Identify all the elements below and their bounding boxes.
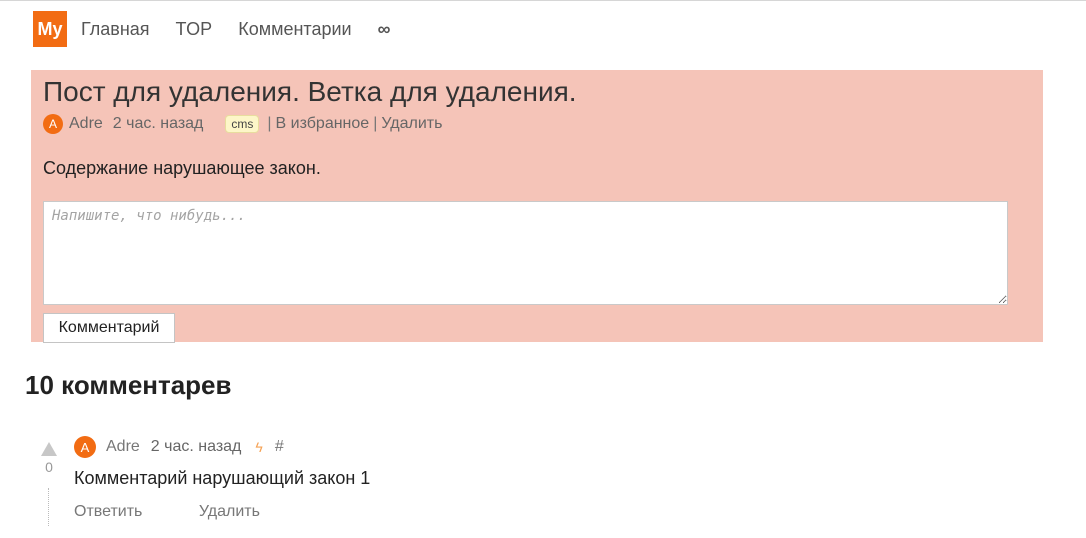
lightning-icon[interactable]: ϟ (255, 439, 262, 455)
site-logo[interactable]: My (33, 11, 67, 47)
post-meta: A Adre 2 час. назад cms | В избранное | … (43, 114, 442, 134)
post-card: Пост для удаления. Ветка для удаления. A… (31, 70, 1043, 343)
nav-link-infinity[interactable]: ∞ (378, 19, 391, 40)
comment-item: 0 A Adre 2 час. назад ϟ # Комментарий на… (40, 434, 640, 534)
post-tag[interactable]: cms (225, 115, 260, 133)
meta-separator: | (267, 115, 272, 132)
comment-meta: A Adre 2 час. назад ϟ # (74, 436, 284, 458)
upvote-arrow-icon[interactable] (41, 442, 57, 456)
nav-link-home[interactable]: Главная (81, 19, 150, 40)
comment-permalink[interactable]: # (275, 438, 284, 456)
comment-author-avatar[interactable]: A (74, 436, 96, 458)
vote-count: 0 (45, 459, 53, 475)
post-time: 2 час. назад (112, 115, 204, 132)
comment-text: Комментарий нарушающий закон 1 (74, 468, 371, 488)
comment-author[interactable]: Adre (106, 438, 140, 456)
comment-actions: Ответить Удалить (74, 503, 260, 521)
delete-post-link[interactable]: Удалить (381, 115, 442, 133)
thread-line (48, 488, 49, 526)
meta-separator: | (373, 115, 378, 132)
vote-widget: 0 (40, 442, 58, 475)
post-author[interactable]: Adre (69, 115, 103, 133)
top-nav: My Главная TOP Комментарии ∞ (33, 11, 390, 47)
reply-link[interactable]: Ответить (74, 503, 142, 520)
submit-comment-button[interactable]: Комментарий (43, 313, 175, 343)
delete-comment-link[interactable]: Удалить (199, 503, 260, 520)
author-avatar[interactable]: A (43, 114, 63, 134)
nav-link-top[interactable]: TOP (176, 19, 213, 40)
post-title[interactable]: Пост для удаления. Ветка для удаления. (43, 76, 577, 108)
comment-input[interactable] (43, 201, 1008, 305)
favorite-link[interactable]: В избранное (276, 115, 370, 133)
post-body: Содержание нарушающее закон. (43, 158, 321, 178)
nav-link-comments[interactable]: Комментарии (238, 19, 351, 40)
comments-heading: 10 комментарев (25, 370, 232, 400)
comment-time: 2 час. назад (150, 438, 242, 455)
